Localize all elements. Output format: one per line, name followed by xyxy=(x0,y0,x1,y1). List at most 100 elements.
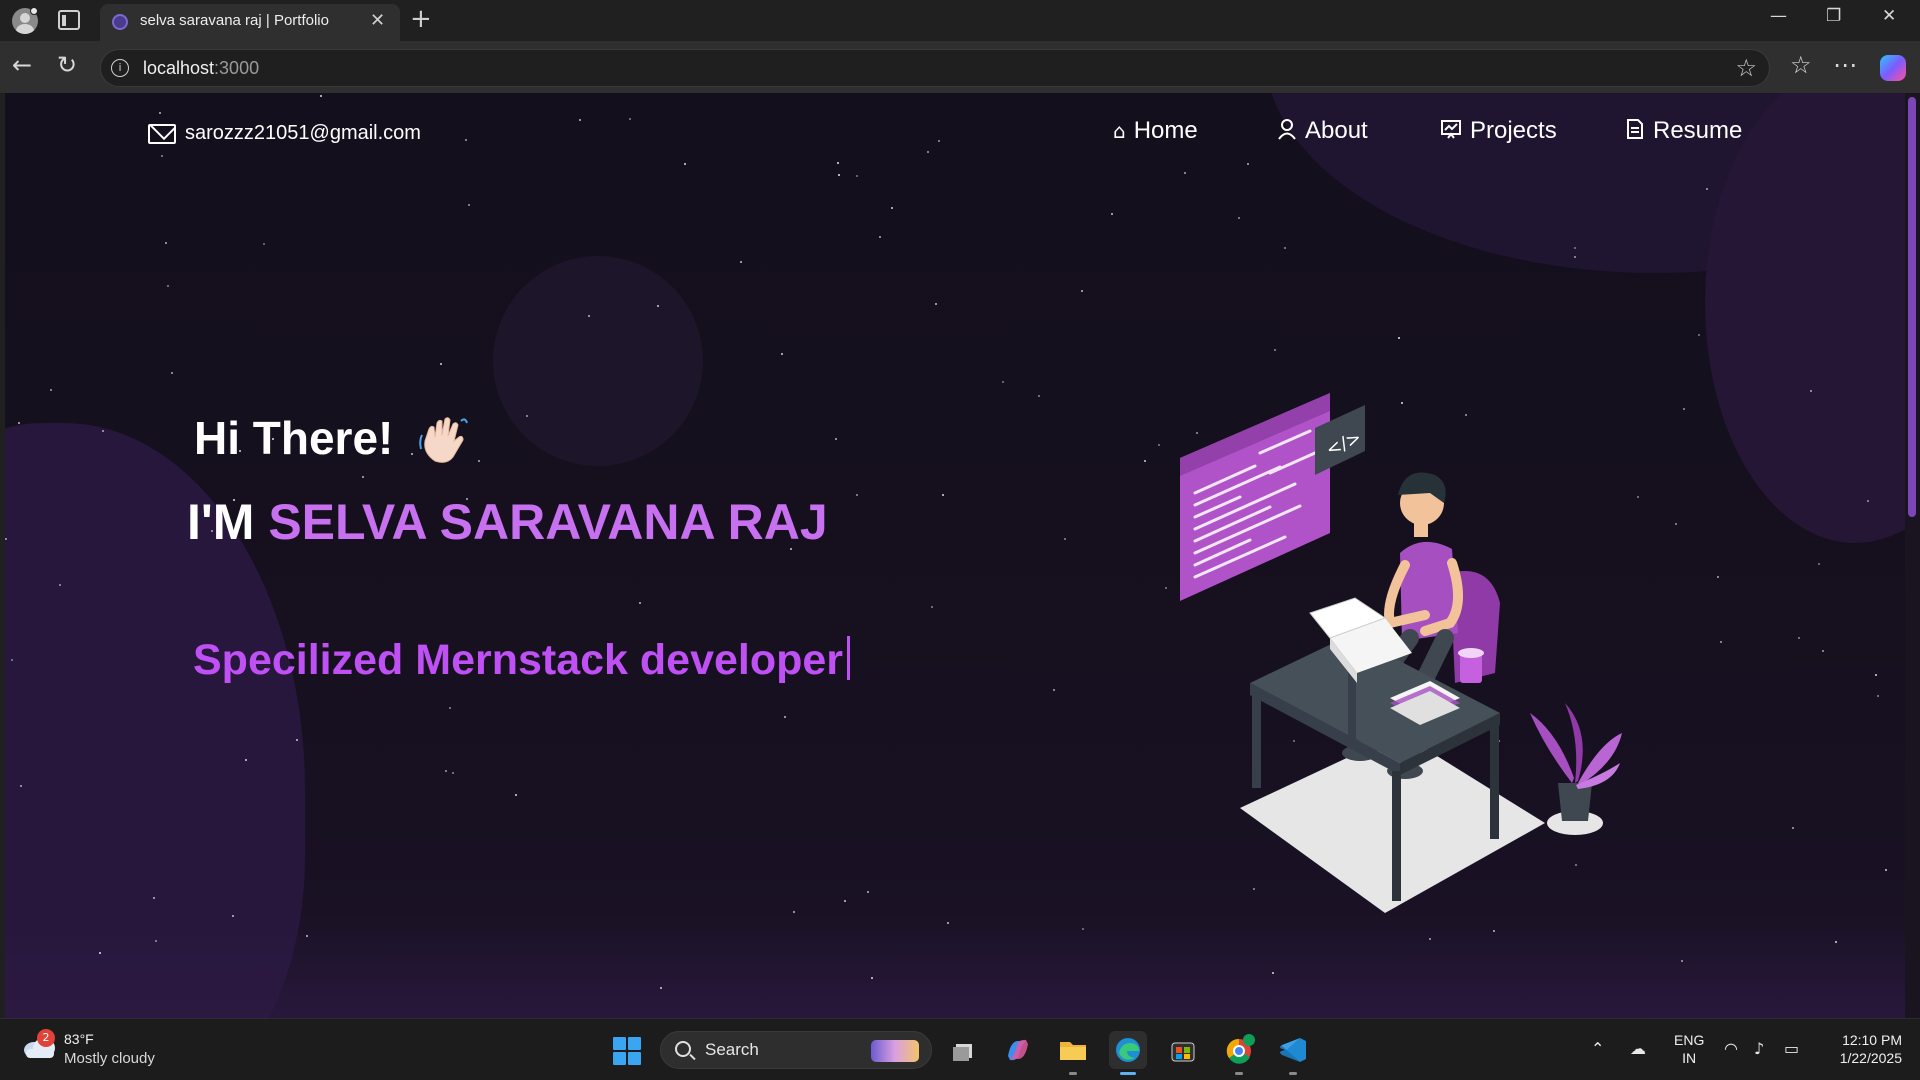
star xyxy=(306,935,308,937)
copilot-app-icon[interactable] xyxy=(999,1031,1037,1069)
star xyxy=(155,940,157,942)
star xyxy=(1429,938,1431,940)
star xyxy=(1274,349,1276,351)
store-icon[interactable] xyxy=(1164,1031,1202,1069)
role-text: Specilized Mernstack developer xyxy=(193,636,844,684)
system-clock[interactable]: 12:10 PM 1/22/2025 xyxy=(1824,1031,1902,1067)
running-indicator xyxy=(1069,1072,1077,1075)
star xyxy=(171,372,173,374)
info-icon[interactable]: i xyxy=(111,59,129,77)
weather-condition[interactable]: Mostly cloudy xyxy=(64,1050,155,1067)
developer-desk-illustration: </> xyxy=(1180,393,1622,913)
restore-icon[interactable]: ❐ xyxy=(1826,6,1841,26)
user-icon xyxy=(1277,118,1297,145)
star xyxy=(1717,576,1719,578)
more-icon[interactable]: ⋯ xyxy=(1833,51,1857,79)
star xyxy=(445,770,447,772)
star xyxy=(1885,869,1887,871)
star xyxy=(838,174,840,176)
star xyxy=(440,363,442,365)
star xyxy=(871,977,873,979)
chevron-up-icon[interactable]: ⌃ xyxy=(1591,1039,1604,1058)
copilot-icon[interactable] xyxy=(1880,55,1906,81)
star xyxy=(5,538,7,540)
close-icon[interactable]: ✕ xyxy=(370,10,385,31)
weather-temperature[interactable]: 83°F xyxy=(64,1031,94,1047)
close-window-icon[interactable]: ✕ xyxy=(1882,6,1896,26)
star xyxy=(1038,395,1040,397)
star xyxy=(1681,960,1683,962)
browser-titlebar: selva saravana raj | Portfolio ✕ + — ❐ ✕ xyxy=(0,0,1920,41)
star xyxy=(1867,500,1869,502)
star xyxy=(1875,674,1877,676)
task-view-icon[interactable] xyxy=(945,1031,983,1069)
search-highlight-icon xyxy=(871,1040,919,1062)
star xyxy=(938,140,940,142)
star xyxy=(867,891,869,893)
address-url[interactable]: localhost:3000 xyxy=(143,58,259,79)
refresh-icon[interactable]: ↻ xyxy=(57,51,77,79)
star xyxy=(1144,460,1146,462)
wifi-icon[interactable]: ◠ xyxy=(1724,1039,1738,1058)
nav-projects[interactable]: Projects xyxy=(1440,117,1557,145)
intro-heading: I'M SELVA SARAVANA RAJ xyxy=(187,493,828,551)
star xyxy=(684,163,686,165)
new-tab-icon[interactable]: + xyxy=(410,4,432,34)
volume-icon[interactable]: ♪ xyxy=(1754,1039,1764,1058)
edge-icon[interactable] xyxy=(1109,1031,1147,1075)
star xyxy=(449,707,451,709)
star xyxy=(856,494,858,496)
star xyxy=(468,204,470,206)
star xyxy=(935,303,937,305)
star xyxy=(942,494,944,496)
document-icon xyxy=(1625,118,1645,145)
portfolio-page: sarozzz21051@gmail.com ⌂ Home About Proj… xyxy=(5,93,1905,1018)
star xyxy=(1835,941,1837,943)
running-indicator xyxy=(1289,1072,1297,1075)
tab-actions-icon[interactable] xyxy=(58,10,80,30)
chrome-icon[interactable] xyxy=(1220,1031,1258,1075)
address-bar[interactable]: i localhost:3000 ☆ xyxy=(100,49,1770,87)
favorites-icon[interactable]: ☆ xyxy=(1790,51,1812,79)
page-scrollbar-thumb[interactable] xyxy=(1908,97,1916,517)
favorite-star-icon[interactable]: ☆ xyxy=(1735,54,1757,82)
star xyxy=(947,922,949,924)
star xyxy=(515,794,517,796)
back-icon[interactable]: ← xyxy=(12,51,32,79)
waving-hand-icon xyxy=(419,417,468,463)
star xyxy=(856,175,858,177)
star xyxy=(879,236,881,238)
star xyxy=(161,155,163,157)
search-icon xyxy=(675,1041,691,1057)
star xyxy=(660,987,662,989)
owner-name: SELVA SARAVANA RAJ xyxy=(268,494,828,550)
weather-badge: 2 xyxy=(37,1029,55,1047)
star xyxy=(1720,641,1722,643)
star xyxy=(1798,637,1800,639)
running-indicator xyxy=(1235,1072,1243,1075)
star xyxy=(159,112,161,114)
vscode-icon[interactable] xyxy=(1274,1031,1312,1075)
nav-about[interactable]: About xyxy=(1277,117,1368,145)
star xyxy=(1675,523,1677,525)
file-explorer-icon[interactable] xyxy=(1054,1031,1092,1075)
minimize-icon[interactable]: — xyxy=(1770,6,1787,26)
star xyxy=(740,261,742,263)
tab-title: selva saravana raj | Portfolio xyxy=(140,12,329,29)
star xyxy=(1002,381,1004,383)
browser-tab[interactable]: selva saravana raj | Portfolio ✕ xyxy=(100,4,400,41)
windows-start-icon[interactable] xyxy=(613,1037,641,1065)
battery-icon[interactable]: ▭ xyxy=(1784,1039,1799,1058)
star xyxy=(1822,650,1824,652)
language-indicator[interactable]: ENG IN xyxy=(1674,1031,1704,1067)
email-link[interactable]: sarozzz21051@gmail.com xyxy=(185,122,421,145)
onedrive-offline-icon[interactable]: ☁ xyxy=(1630,1039,1646,1058)
star xyxy=(1698,334,1700,336)
nav-home[interactable]: ⌂ Home xyxy=(1113,117,1198,145)
star xyxy=(1877,695,1879,697)
nav-resume[interactable]: Resume xyxy=(1625,117,1742,145)
taskbar-search[interactable]: Search xyxy=(660,1031,932,1069)
projects-icon xyxy=(1440,118,1462,145)
nav-resume-label: Resume xyxy=(1653,117,1743,144)
star xyxy=(165,242,167,244)
